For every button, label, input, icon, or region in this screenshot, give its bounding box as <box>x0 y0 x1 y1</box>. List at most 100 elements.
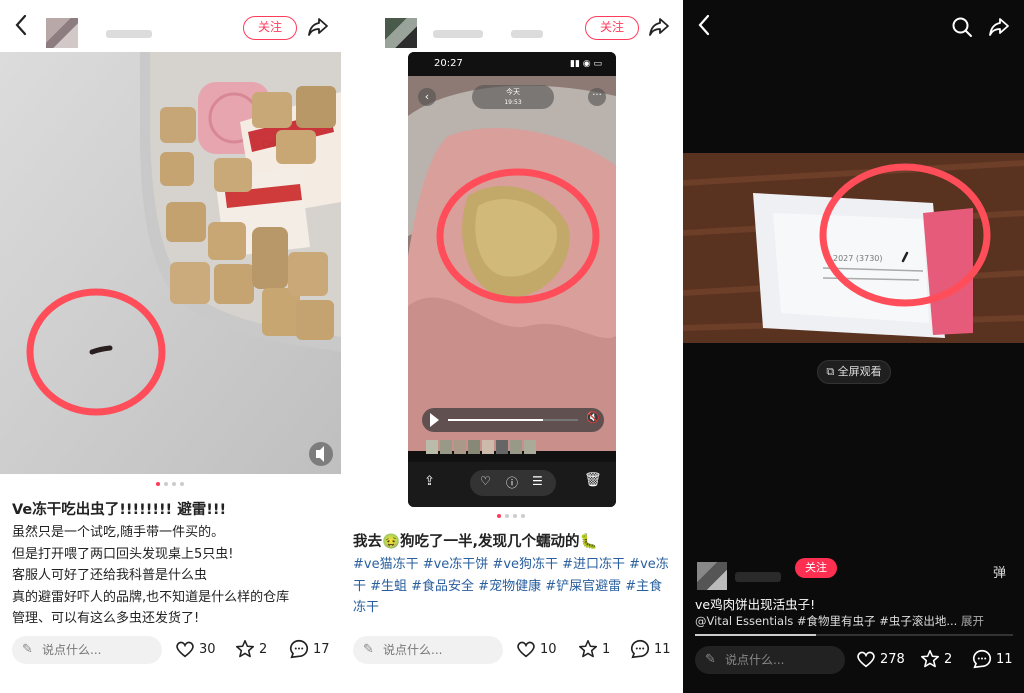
body-line: 但是打开喂了两口回头发现桌上5只虫! <box>12 546 234 562</box>
collect-count: 2 <box>944 651 953 667</box>
expand-link[interactable]: 展开 <box>961 614 984 628</box>
share-icon[interactable] <box>647 15 671 39</box>
play-icon[interactable] <box>430 413 439 427</box>
more-icon[interactable]: ··· <box>588 88 606 106</box>
top-bar: 关注 <box>341 0 683 52</box>
avatar[interactable] <box>46 18 78 48</box>
post-tags[interactable]: #ve猫冻干 #ve冻干饼 #ve狗冻干 #进口冻干 #ve冻干 #生蛆 #食品… <box>353 554 675 619</box>
share-icon[interactable]: ⇪ <box>424 474 435 489</box>
post-panel-2: 关注 20:27 ▮▮ ◉ ▭ ‹ 今天 19:53 ··· 🔇 ⇪ ♡ ⓘ ☰… <box>341 0 683 693</box>
info-icon[interactable]: ⓘ <box>506 474 518 491</box>
comment-input[interactable]: ✎ 说点什么... <box>353 636 503 664</box>
like-count: 278 <box>880 651 905 667</box>
pencil-icon: ✎ <box>363 642 374 657</box>
comment-icon <box>630 639 650 659</box>
avatar[interactable] <box>385 18 417 48</box>
comment-input[interactable]: ✎ 说点什么... <box>695 646 845 674</box>
collect-button[interactable]: 2 <box>234 638 267 660</box>
comment-placeholder: 说点什么... <box>42 643 102 657</box>
follow-button[interactable]: 关注 <box>795 558 837 578</box>
bottom-bar: ✎ 说点什么... 30 2 17 <box>0 632 341 672</box>
post-title: Ve冻干吃出虫了!!!!!!!! 避雷!!! <box>12 502 227 518</box>
search-icon[interactable] <box>951 16 973 38</box>
share-icon[interactable] <box>987 15 1011 39</box>
progress-fill <box>448 419 543 421</box>
pencil-icon: ✎ <box>22 642 33 657</box>
fullscreen-icon: ⧉ <box>826 365 838 378</box>
bottom-bar: ✎ 说点什么... 278 2 11 <box>683 642 1024 682</box>
page-indicator <box>497 514 525 520</box>
author-name-blurred <box>106 30 152 38</box>
star-icon <box>235 639 255 658</box>
page-indicator <box>156 482 184 488</box>
share-icon[interactable] <box>306 15 330 39</box>
bag-text: 2027 (3730) <box>833 254 883 263</box>
follow-button[interactable]: 关注 <box>585 16 639 40</box>
video-player-bar[interactable]: 🔇 <box>422 408 604 432</box>
phone-screenshot[interactable]: 20:27 ▮▮ ◉ ▭ ‹ 今天 19:53 ··· 🔇 ⇪ ♡ ⓘ ☰ 🗑 <box>408 52 616 507</box>
video-progress-track[interactable] <box>695 634 1013 636</box>
body-line: 客服人可好了还给我科普是什么虫 <box>12 568 208 583</box>
video-back-icon[interactable]: ‹ <box>418 88 436 106</box>
like-count: 30 <box>199 641 216 657</box>
comment-button[interactable]: 11 <box>971 648 1013 670</box>
comment-input[interactable]: ✎ 说点什么... <box>12 636 162 664</box>
body-line: 虽然只是一个试吃,随手带一件买的。 <box>12 525 225 540</box>
heart-icon <box>857 651 875 668</box>
phone-time: 20:27 <box>434 58 463 69</box>
collect-count: 2 <box>259 641 268 657</box>
video-date-pill: 今天 19:53 <box>472 85 554 109</box>
body-line: 真的避雷好吓人的品牌,也不知道是什么样的仓库 <box>12 589 290 605</box>
fullscreen-label: 全屏观看 <box>837 365 882 378</box>
phone-status-bar: 20:27 ▮▮ ◉ ▭ <box>408 52 616 76</box>
post-desc[interactable]: @Vital Essentials #食物里有虫子 #虫子滚出地... 展开 <box>695 613 1013 629</box>
video-date: 今天 <box>506 88 520 96</box>
author-name-blurred <box>735 572 781 582</box>
photo-toolbar: ⇪ ♡ ⓘ ☰ 🗑 <box>408 462 616 507</box>
bottom-bar: ✎ 说点什么... 10 1 11 <box>341 632 683 672</box>
like-button[interactable]: 30 <box>174 638 216 660</box>
heart-icon <box>176 641 194 658</box>
mute-icon[interactable]: 🔇 <box>586 411 600 424</box>
danmu-toggle[interactable]: 弹 <box>993 562 1006 581</box>
trash-icon[interactable]: 🗑 <box>584 472 602 488</box>
thumbnail-strip[interactable] <box>426 440 536 454</box>
post-video[interactable]: 2027 (3730) <box>683 153 1024 343</box>
post-panel-3: 2027 (3730) ⧉ 全屏观看 关注 弹 ve鸡肉饼出现活虫子! @Vit… <box>683 0 1024 693</box>
avatar[interactable] <box>697 562 727 590</box>
like-button[interactable]: 278 <box>855 648 905 670</box>
like-button[interactable]: 10 <box>515 638 557 660</box>
star-icon <box>920 649 940 668</box>
heart-icon <box>517 641 535 658</box>
author-name-blurred <box>511 30 543 38</box>
desc-text: @Vital Essentials #食物里有虫子 #虫子滚出地... <box>695 614 958 628</box>
comment-placeholder: 说点什么... <box>383 643 443 657</box>
collect-button[interactable]: 2 <box>919 648 952 670</box>
post-body: 虽然只是一个试吃,随手带一件买的。 但是打开喂了两口回头发现桌上5只虫! 客服人… <box>12 522 332 630</box>
adjust-icon[interactable]: ☰ <box>532 474 543 488</box>
fullscreen-button[interactable]: ⧉ 全屏观看 <box>817 360 891 384</box>
comment-button[interactable]: 17 <box>288 638 330 660</box>
battery-icon: ▮▮ ◉ ▭ <box>570 59 602 69</box>
video-progress-fill <box>695 634 816 636</box>
post-panel-1: 关注 CHUNK <box>0 0 341 693</box>
collect-button[interactable]: 1 <box>577 638 610 660</box>
comment-button[interactable]: 11 <box>629 638 671 660</box>
top-bar: 关注 <box>0 0 341 52</box>
comment-count: 17 <box>313 641 330 657</box>
collect-count: 1 <box>602 641 611 657</box>
comment-placeholder: 说点什么... <box>725 653 785 667</box>
comment-icon <box>289 639 309 659</box>
post-title: 我去🤢狗吃了一半,发现几个蠕动的🐛 <box>353 534 598 550</box>
screenshot-collage: 关注 CHUNK <box>0 0 1024 693</box>
heart-icon[interactable]: ♡ <box>480 474 491 488</box>
author-name-blurred <box>433 30 483 38</box>
comment-count: 11 <box>654 641 671 657</box>
post-title: ve鸡肉饼出现活虫子! <box>695 597 816 612</box>
video-time: 19:53 <box>504 99 522 106</box>
back-icon[interactable] <box>693 14 715 40</box>
back-icon[interactable] <box>10 14 32 40</box>
follow-button[interactable]: 关注 <box>243 16 297 40</box>
post-image[interactable]: CHUNK <box>0 52 341 474</box>
comment-icon <box>972 649 992 669</box>
